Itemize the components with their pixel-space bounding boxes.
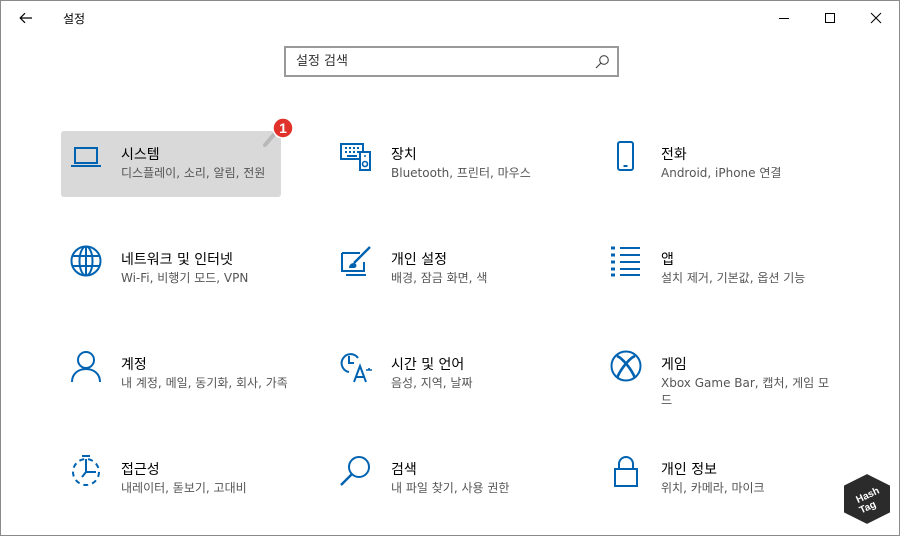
tile-title: 앱: [661, 252, 674, 268]
tile-description: 설치 제거, 기본값, 옵션 기능: [661, 271, 806, 285]
tile-title: 개인 설정: [391, 252, 447, 268]
tile-privacy[interactable]: 개인 정보 위치, 카메라, 마이크: [601, 446, 821, 512]
tile-title: 검색: [391, 462, 417, 478]
minimize-icon: [779, 18, 789, 19]
tile-devices[interactable]: 장치 Bluetooth, 프린터, 마우스: [331, 131, 551, 197]
tile-title: 접근성: [121, 462, 160, 478]
tile-title: 개인 정보: [661, 462, 717, 478]
window-title: 설정: [63, 12, 86, 26]
keyboard-speaker-icon: [340, 143, 371, 171]
search-magnifier-icon: [340, 456, 370, 486]
tile-system[interactable]: 시스템 디스플레이, 소리, 알림, 전원: [61, 131, 281, 197]
tile-gaming[interactable]: 게임 Xbox Game Bar, 캡처, 게임 모드: [601, 341, 829, 407]
tile-description: Bluetooth, 프린터, 마우스: [391, 166, 531, 180]
maximize-button[interactable]: [807, 1, 853, 35]
tile-title: 전화: [661, 147, 687, 163]
tile-description: 내 파일 찾기, 사용 권한: [391, 481, 510, 495]
settings-window: 설정 시스템 디스플레이, 소리, 알림, 전원 장치 Bluetooth, 프…: [0, 0, 900, 536]
tile-network[interactable]: 네트워크 및 인터넷 Wi-Fi, 비행기 모드, VPN: [61, 236, 281, 302]
paintbrush-icon: [341, 246, 371, 276]
tile-description: 내레이터, 돋보기, 고대비: [121, 481, 247, 495]
tile-description: 음성, 지역, 날짜: [391, 376, 473, 390]
tile-phone[interactable]: 전화 Android, iPhone 연결: [601, 131, 821, 197]
tile-title: 게임: [661, 357, 687, 373]
globe-icon: [70, 245, 102, 277]
ease-of-access-icon: [72, 455, 100, 486]
arrow-left-icon: [19, 12, 32, 24]
maximize-icon: [825, 13, 835, 23]
person-icon: [71, 351, 101, 383]
minimize-button[interactable]: [761, 1, 807, 35]
tile-title: 계정: [121, 357, 147, 373]
search-input[interactable]: [286, 48, 586, 75]
tile-description: Android, iPhone 연결: [661, 166, 782, 180]
tile-title: 네트워크 및 인터넷: [121, 252, 233, 268]
search-box: [284, 46, 619, 77]
time-language-icon: [340, 353, 372, 383]
tile-description: 디스플레이, 소리, 알림, 전원: [121, 166, 266, 180]
tile-description: 위치, 카메라, 마이크: [661, 481, 765, 495]
tile-description: Xbox Game Bar, 캡처, 게임 모드: [661, 376, 830, 407]
title-bar: 설정: [1, 1, 899, 35]
tile-personalization[interactable]: 개인 설정 배경, 잠금 화면, 색: [331, 236, 551, 302]
tile-title: 장치: [391, 147, 417, 163]
laptop-icon: [71, 147, 101, 167]
tile-accounts[interactable]: 계정 내 계정, 메일, 동기화, 회사, 가족: [61, 341, 288, 407]
tile-time-language[interactable]: 시간 및 언어 음성, 지역, 날짜: [331, 341, 551, 407]
search-icon[interactable]: [594, 54, 610, 70]
phone-icon: [617, 141, 634, 171]
tile-title: 시간 및 언어: [391, 357, 465, 373]
apps-list-icon: [611, 246, 640, 277]
hashtag-watermark: Hash Tag: [842, 471, 892, 527]
tile-description: 배경, 잠금 화면, 색: [391, 271, 488, 285]
tile-ease-of-access[interactable]: 접근성 내레이터, 돋보기, 고대비: [61, 446, 281, 512]
badge-number: 1: [279, 120, 287, 136]
annotation-badge: 1: [263, 117, 294, 147]
tile-description: Wi-Fi, 비행기 모드, VPN: [121, 271, 249, 285]
close-button[interactable]: [853, 1, 899, 35]
tile-description: 내 계정, 메일, 동기화, 회사, 가족: [121, 376, 288, 390]
xbox-icon: [610, 350, 642, 382]
tile-search[interactable]: 검색 내 파일 찾기, 사용 권한: [331, 446, 551, 512]
close-icon: [870, 12, 882, 24]
tile-title: 시스템: [121, 147, 160, 163]
back-button[interactable]: [9, 3, 43, 33]
lock-icon: [614, 456, 638, 487]
tile-apps[interactable]: 앱 설치 제거, 기본값, 옵션 기능: [601, 236, 821, 302]
